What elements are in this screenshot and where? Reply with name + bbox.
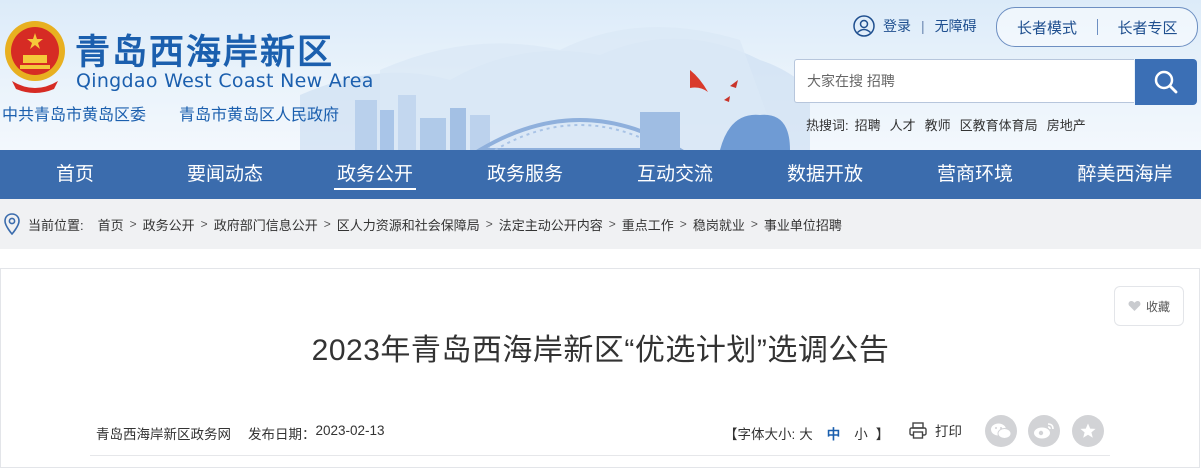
- nav-item-interaction[interactable]: 互动交流: [600, 150, 750, 199]
- nav-item-west-coast[interactable]: 醉美西海岸: [1050, 150, 1200, 199]
- font-size-control: 【 字体大小: 大 中 小 】: [724, 423, 889, 443]
- wechat-icon: [991, 423, 1012, 439]
- bracket-open: 【: [724, 427, 738, 442]
- divider: [90, 455, 1110, 456]
- breadcrumb-item[interactable]: 区人力资源和社会保障局: [337, 215, 480, 234]
- site-name-cn: 青岛西海岸新区: [75, 33, 335, 73]
- main-nav: 首页 要闻动态 政务公开 政务服务 互动交流 数据开放 营商环境 醉美西海岸: [0, 150, 1201, 199]
- location-pin-icon: [4, 213, 20, 235]
- accessibility-link[interactable]: 无障碍: [935, 16, 977, 36]
- nav-item-gov-services[interactable]: 政务服务: [450, 150, 600, 199]
- nav-item-gov-affairs-open[interactable]: 政务公开: [300, 150, 450, 199]
- elder-mode-button[interactable]: 长者模式: [997, 17, 1097, 38]
- search-button[interactable]: [1135, 59, 1197, 105]
- share-weibo-button[interactable]: [1028, 415, 1060, 447]
- weibo-icon: [1034, 423, 1054, 439]
- article-title: 2023年青岛西海岸新区“优选计划”选调公告: [311, 334, 890, 367]
- font-size-large[interactable]: 大: [799, 423, 813, 443]
- print-button[interactable]: 打印: [909, 420, 962, 440]
- share-wechat-button[interactable]: [985, 415, 1017, 447]
- site-header: 青岛西海岸新区 Qingdao West Coast New Area 中共青岛…: [0, 0, 1201, 150]
- breadcrumb: 当前位置: 首页 > 政务公开 > 政府部门信息公开 > 区人力资源和社会保障局…: [0, 199, 1201, 249]
- chevron-right-icon: >: [323, 217, 331, 231]
- article-meta: 青岛西海岸新区政务网 发布日期： 2023-02-13: [96, 423, 385, 443]
- nav-item-business-env[interactable]: 营商环境: [900, 150, 1050, 199]
- hot-keyword[interactable]: 区教育体育局: [960, 115, 1038, 134]
- site-name-en: Qingdao West Coast New Area: [76, 70, 374, 92]
- hot-keyword[interactable]: 教师: [925, 115, 951, 134]
- breadcrumb-item[interactable]: 事业单位招聘: [764, 215, 842, 234]
- bracket-close: 】: [875, 427, 890, 442]
- elder-zone-button[interactable]: 长者专区: [1098, 17, 1197, 38]
- search-input[interactable]: [794, 59, 1134, 103]
- login-area: 登录 | 无障碍: [853, 14, 977, 38]
- government-link[interactable]: 青岛市黄岛区人民政府: [179, 101, 339, 125]
- font-size-small[interactable]: 小: [854, 423, 868, 443]
- divider: |: [921, 18, 925, 34]
- user-icon[interactable]: [853, 15, 875, 37]
- hot-keyword[interactable]: 房地产: [1047, 115, 1086, 134]
- chevron-right-icon: >: [200, 217, 208, 231]
- hot-keyword[interactable]: 招聘: [855, 115, 881, 134]
- article-source: 青岛西海岸新区政务网: [96, 427, 231, 442]
- breadcrumb-item[interactable]: 法定主动公开内容: [499, 215, 603, 234]
- login-link[interactable]: 登录: [883, 16, 911, 36]
- breadcrumb-label: 当前位置:: [28, 217, 84, 233]
- font-size-label: 字体大小:: [737, 427, 796, 442]
- nav-item-home[interactable]: 首页: [0, 150, 150, 199]
- nav-item-news[interactable]: 要闻动态: [150, 150, 300, 199]
- hot-search-label: 热搜词:: [806, 118, 849, 133]
- hot-keyword[interactable]: 人才: [890, 115, 916, 134]
- publish-date-label: 发布日期：: [248, 427, 316, 442]
- share-favorite-button[interactable]: [1072, 415, 1104, 447]
- elder-mode-switch: 长者模式 长者专区: [996, 7, 1198, 47]
- search-icon: [1154, 70, 1178, 94]
- nav-item-open-data[interactable]: 数据开放: [750, 150, 900, 199]
- breadcrumb-item[interactable]: 政府部门信息公开: [214, 215, 318, 234]
- hot-search: 热搜词: 招聘 人才 教师 区教育体育局 房地产: [806, 115, 1095, 134]
- printer-icon: [909, 421, 927, 439]
- chevron-right-icon: >: [608, 217, 616, 231]
- print-label: 打印: [935, 424, 962, 439]
- favorite-label: 收藏: [1145, 299, 1170, 314]
- breadcrumb-item[interactable]: 重点工作: [622, 215, 674, 234]
- heart-icon: [1128, 300, 1141, 311]
- chevron-right-icon: >: [129, 217, 137, 231]
- star-icon: [1080, 423, 1096, 438]
- breadcrumb-item[interactable]: 首页: [98, 215, 124, 234]
- chevron-right-icon: >: [485, 217, 493, 231]
- search-box: [794, 59, 1197, 105]
- chevron-right-icon: >: [750, 217, 758, 231]
- favorite-button[interactable]: 收藏: [1114, 286, 1184, 326]
- emblem-icon: [5, 21, 65, 93]
- party-committee-link[interactable]: 中共青岛市黄岛区委: [2, 101, 146, 125]
- breadcrumb-item[interactable]: 政务公开: [143, 215, 195, 234]
- chevron-right-icon: >: [679, 217, 687, 231]
- breadcrumb-item[interactable]: 稳岗就业: [693, 215, 745, 234]
- font-size-medium[interactable]: 中: [827, 423, 841, 443]
- publish-date: 2023-02-13: [315, 423, 385, 438]
